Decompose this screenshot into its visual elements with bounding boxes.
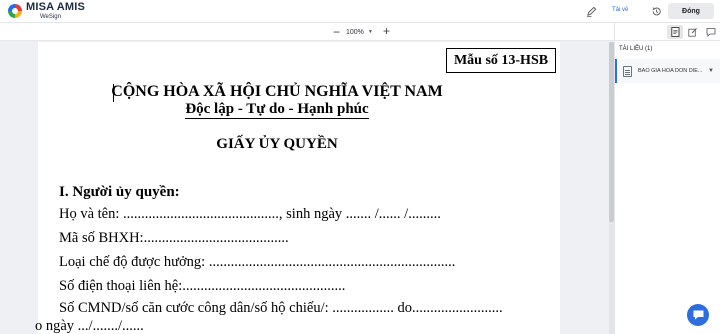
document-title: GIẤY ỦY QUYỀN xyxy=(216,136,338,152)
sidebar-tabs xyxy=(615,23,720,41)
chat-support-button[interactable] xyxy=(687,304,709,326)
file-icon xyxy=(623,65,632,77)
field-benefit-type: Loại chế độ được hưởng: ................… xyxy=(59,254,456,270)
zoom-bar: − 100% ▼ + xyxy=(0,23,614,41)
close-button[interactable]: Đóng xyxy=(668,3,714,19)
history-icon[interactable] xyxy=(650,5,662,17)
chevron-down-icon[interactable]: ▼ xyxy=(708,68,714,74)
zoom-select[interactable]: 100% ▼ xyxy=(346,26,378,38)
zoom-level: 100% xyxy=(346,28,364,36)
logo-product: WeSign xyxy=(40,14,61,20)
top-bar: MISA AMIS WeSign Tải về Đóng xyxy=(0,0,720,23)
zoom-in-button[interactable]: + xyxy=(383,24,390,38)
national-title: CỘNG HÒA XÃ HỘI CHỦ NGHĨA VIỆT NAM xyxy=(111,83,443,100)
section-heading: I. Người ủy quyền: xyxy=(59,184,180,200)
chat-support-icon xyxy=(693,310,703,320)
zoom-out-button[interactable]: − xyxy=(333,25,340,39)
document-sidebar: TÀI LIỆU (1) BAO GIA HOA DON DIE... ▼ xyxy=(614,23,720,334)
field-id-card: Số CMND/số căn cước công dân/số hộ chiếu… xyxy=(59,300,503,316)
edit-tab-icon[interactable] xyxy=(685,25,701,39)
pen-sign-icon[interactable] xyxy=(585,5,597,17)
document-tab-icon[interactable] xyxy=(667,25,683,39)
field-full-name: Họ và tên: .............................… xyxy=(59,206,441,222)
chevron-down-icon: ▼ xyxy=(367,29,373,35)
national-motto: Độc lập - Tự do - Hạnh phúc xyxy=(38,101,516,119)
field-issue-date: o ngày .../......./...... xyxy=(35,318,144,334)
field-phone: Số điện thoại liên hệ:..................… xyxy=(59,278,346,294)
app-logo[interactable]: MISA AMIS WeSign xyxy=(8,2,85,20)
document-viewer[interactable]: Mẫu số 13-HSB CỘNG HÒA XÃ HỘI CHỦ NGHĨA … xyxy=(0,42,614,334)
document-list-item[interactable]: BAO GIA HOA DON DIE... ▼ xyxy=(615,59,720,83)
sidebar-title: TÀI LIỆU (1) xyxy=(619,46,653,52)
document-name: BAO GIA HOA DON DIE... xyxy=(638,68,703,74)
comment-tab-icon[interactable] xyxy=(703,25,719,39)
motto-text: Độc lập - Tự do - Hạnh phúc xyxy=(185,101,369,119)
logo-icon xyxy=(8,4,22,18)
field-social-insurance-no: Mã số BHXH:.............................… xyxy=(59,230,289,246)
download-button[interactable]: Tải về xyxy=(612,7,628,13)
document-page: Mẫu số 13-HSB CỘNG HÒA XÃ HỘI CHỦ NGHĨA … xyxy=(35,42,560,334)
logo-brand: MISA AMIS xyxy=(26,1,86,13)
form-number-box: Mẫu số 13-HSB xyxy=(446,48,556,73)
